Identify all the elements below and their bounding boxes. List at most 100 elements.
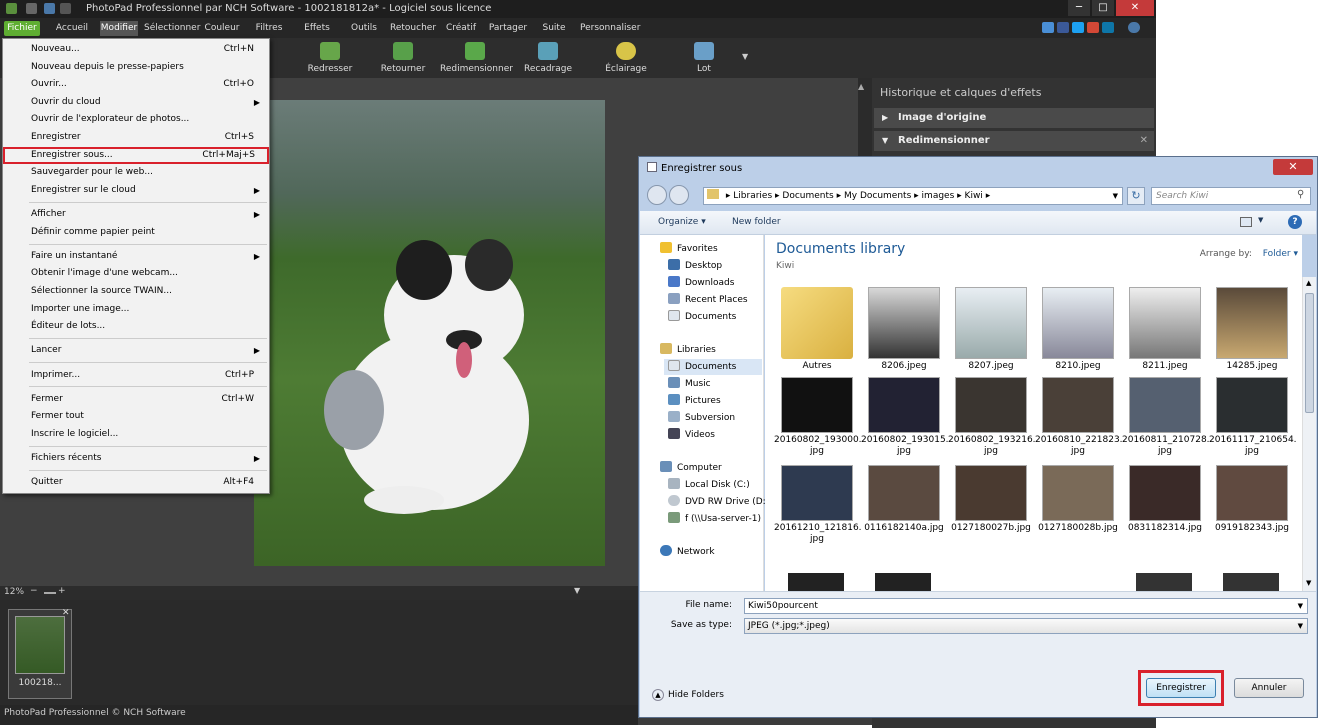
search-input[interactable]: Search Kiwi	[1151, 187, 1311, 205]
redresser-button[interactable]: Redresser	[306, 42, 354, 74]
scroll-thumb[interactable]	[1305, 293, 1314, 413]
redo-icon[interactable]	[60, 3, 71, 14]
save-button[interactable]: Enregistrer	[1146, 678, 1216, 698]
nav-videos[interactable]: Videos	[668, 427, 715, 443]
nav-network-drive[interactable]: f (\\Usa-server-1)	[668, 511, 761, 527]
address-bar[interactable]: ▸ Libraries ▸ Documents ▸ My Documents ▸…	[703, 187, 1123, 205]
file-item[interactable]: 8211.jpeg	[1122, 287, 1208, 372]
file-thumbnail-partial[interactable]	[1136, 573, 1192, 591]
redimensionner-button[interactable]: Redimensionner	[440, 42, 513, 74]
minimize-button[interactable]: ─	[1068, 0, 1090, 16]
breadcrumb-images[interactable]: images	[922, 191, 955, 201]
nav-pictures[interactable]: Pictures	[668, 393, 721, 409]
refresh-icon[interactable]: ↻	[1127, 187, 1145, 205]
nav-lib-documents[interactable]: Documents	[664, 359, 762, 375]
eclairage-button[interactable]: Éclairage	[602, 42, 650, 74]
file-item[interactable]: Autres	[774, 287, 860, 372]
file-item[interactable]: 0116182140a.jpg	[861, 465, 947, 534]
twitter-icon[interactable]	[1072, 22, 1084, 33]
linkedin-icon[interactable]	[1102, 22, 1114, 33]
forward-button[interactable]	[669, 185, 689, 205]
tab-couleur[interactable]: Couleur	[204, 21, 240, 36]
nav-subversion[interactable]: Subversion	[668, 410, 735, 426]
file-item[interactable]: 14285.jpeg	[1209, 287, 1295, 372]
breadcrumb-libraries[interactable]: Libraries	[733, 191, 772, 201]
zoom-in-icon[interactable]: +	[58, 586, 66, 596]
file-item[interactable]: 0831182314.jpg	[1122, 465, 1208, 534]
file-item[interactable]: 0919182343.jpg	[1209, 465, 1295, 534]
menu-item-webcam[interactable]: Obtenir l'image d'une webcam...	[4, 265, 268, 282]
nav-desktop[interactable]: Desktop	[668, 258, 722, 274]
menu-item-nouveau-presse-papiers[interactable]: Nouveau depuis le presse-papiers	[4, 59, 268, 76]
menu-item-ouvrir[interactable]: Ouvrir... Ctrl+O	[4, 76, 268, 93]
help-icon[interactable]: ?	[1288, 215, 1302, 229]
menu-item-fichiers-recents[interactable]: Fichiers récents ▶	[4, 450, 268, 467]
tab-accueil[interactable]: Accueil	[52, 21, 92, 36]
file-item[interactable]: 20160802_193000. jpg	[774, 377, 862, 457]
filmstrip-thumbnail[interactable]: 100218...	[8, 609, 72, 699]
menu-item-importer[interactable]: Importer une image...	[4, 301, 268, 318]
close-button[interactable]: ✕	[1116, 0, 1154, 16]
menu-item-inscrire[interactable]: Inscrire le logiciel...	[4, 426, 268, 443]
layer-image-origine[interactable]: ▶ Image d'origine	[874, 108, 1154, 128]
menu-item-instantane[interactable]: Faire un instantané ▶	[4, 248, 268, 265]
menu-item-papier-peint[interactable]: Définir comme papier peint	[4, 224, 268, 241]
recadrage-button[interactable]: Recadrage	[522, 42, 574, 74]
help-icon[interactable]	[1128, 22, 1140, 33]
menu-item-lancer[interactable]: Lancer ▶	[4, 342, 268, 359]
file-thumbnail-partial[interactable]	[788, 573, 844, 591]
nav-dvd-drive[interactable]: DVD RW Drive (D:)	[668, 494, 769, 510]
nav-fav-documents[interactable]: Documents	[668, 309, 736, 325]
facebook-icon[interactable]	[1057, 22, 1069, 33]
nav-computer[interactable]: Computer	[660, 460, 722, 476]
breadcrumb-my-documents[interactable]: My Documents	[844, 191, 911, 201]
menu-item-nouveau[interactable]: Nouveau... Ctrl+N	[4, 41, 268, 58]
menu-item-enregistrer[interactable]: Enregistrer Ctrl+S	[4, 129, 268, 146]
google-plus-icon[interactable]	[1087, 22, 1099, 33]
nav-network[interactable]: Network	[660, 544, 715, 560]
nav-libraries[interactable]: Libraries	[660, 342, 716, 358]
menu-item-fermer[interactable]: Fermer Ctrl+W	[4, 391, 268, 408]
menu-item-sauvegarder-web[interactable]: Sauvegarder pour le web...	[4, 164, 268, 181]
remove-layer-icon[interactable]: ✕	[1140, 131, 1148, 151]
breadcrumb-kiwi[interactable]: Kiwi	[965, 191, 983, 201]
panel-collapse-icon[interactable]: ▲	[858, 82, 864, 91]
file-item[interactable]: 0127180028b.jpg	[1035, 465, 1121, 534]
file-item[interactable]: 20160811_210728. jpg	[1122, 377, 1210, 457]
menu-item-imprimer[interactable]: Imprimer... Ctrl+P	[4, 367, 268, 384]
menu-item-editeur-lots[interactable]: Éditeur de lots...	[4, 318, 268, 335]
view-dropdown-icon[interactable]: ▼	[1258, 216, 1263, 224]
scroll-down-icon[interactable]: ▼	[1306, 579, 1311, 587]
file-item[interactable]: 20160802_193015. jpg	[861, 377, 949, 457]
file-item[interactable]: 8207.jpeg	[948, 287, 1034, 372]
hide-folders-button[interactable]: ▲ Hide Folders	[652, 689, 724, 701]
file-item[interactable]: 20160810_221823. jpg	[1035, 377, 1123, 457]
tab-filtres[interactable]: Filtres	[252, 21, 286, 36]
filmstrip-toggle-icon[interactable]: ▼	[574, 586, 580, 595]
menu-item-twain[interactable]: Sélectionner la source TWAIN...	[4, 283, 268, 300]
tab-modifier[interactable]: Modifier	[100, 21, 138, 36]
tab-outils[interactable]: Outils	[348, 21, 380, 36]
back-button[interactable]	[647, 185, 667, 205]
nav-favorites[interactable]: Favorites	[660, 241, 718, 257]
file-thumbnail-partial[interactable]	[875, 573, 931, 591]
maximize-button[interactable]: □	[1092, 0, 1114, 16]
tab-creatif[interactable]: Créatif	[444, 21, 478, 36]
nav-downloads[interactable]: Downloads	[668, 275, 734, 291]
dialog-close-button[interactable]: ✕	[1273, 159, 1313, 175]
cancel-button[interactable]: Annuler	[1234, 678, 1304, 698]
file-name-dropdown-icon[interactable]: ▼	[1298, 599, 1303, 613]
file-item[interactable]: 20161210_121816. jpg	[774, 465, 862, 545]
thumbnail-close-icon[interactable]: ✕	[62, 608, 70, 618]
menu-item-ouvrir-cloud[interactable]: Ouvrir du cloud ▶	[4, 94, 268, 111]
menu-item-quitter[interactable]: Quitter Alt+F4	[4, 474, 268, 491]
undo-icon[interactable]	[44, 3, 55, 14]
scroll-up-icon[interactable]: ▲	[1306, 279, 1311, 287]
tab-fichier[interactable]: Fichier	[4, 21, 40, 36]
menu-item-fermer-tout[interactable]: Fermer tout	[4, 408, 268, 425]
view-options-icon[interactable]	[1240, 217, 1252, 227]
tab-partager[interactable]: Partager	[488, 21, 528, 36]
menu-item-enregistrer-sous[interactable]: Enregistrer sous... Ctrl+Maj+S	[3, 147, 269, 164]
zoom-out-icon[interactable]: −	[30, 586, 38, 596]
menu-item-afficher[interactable]: Afficher ▶	[4, 206, 268, 223]
